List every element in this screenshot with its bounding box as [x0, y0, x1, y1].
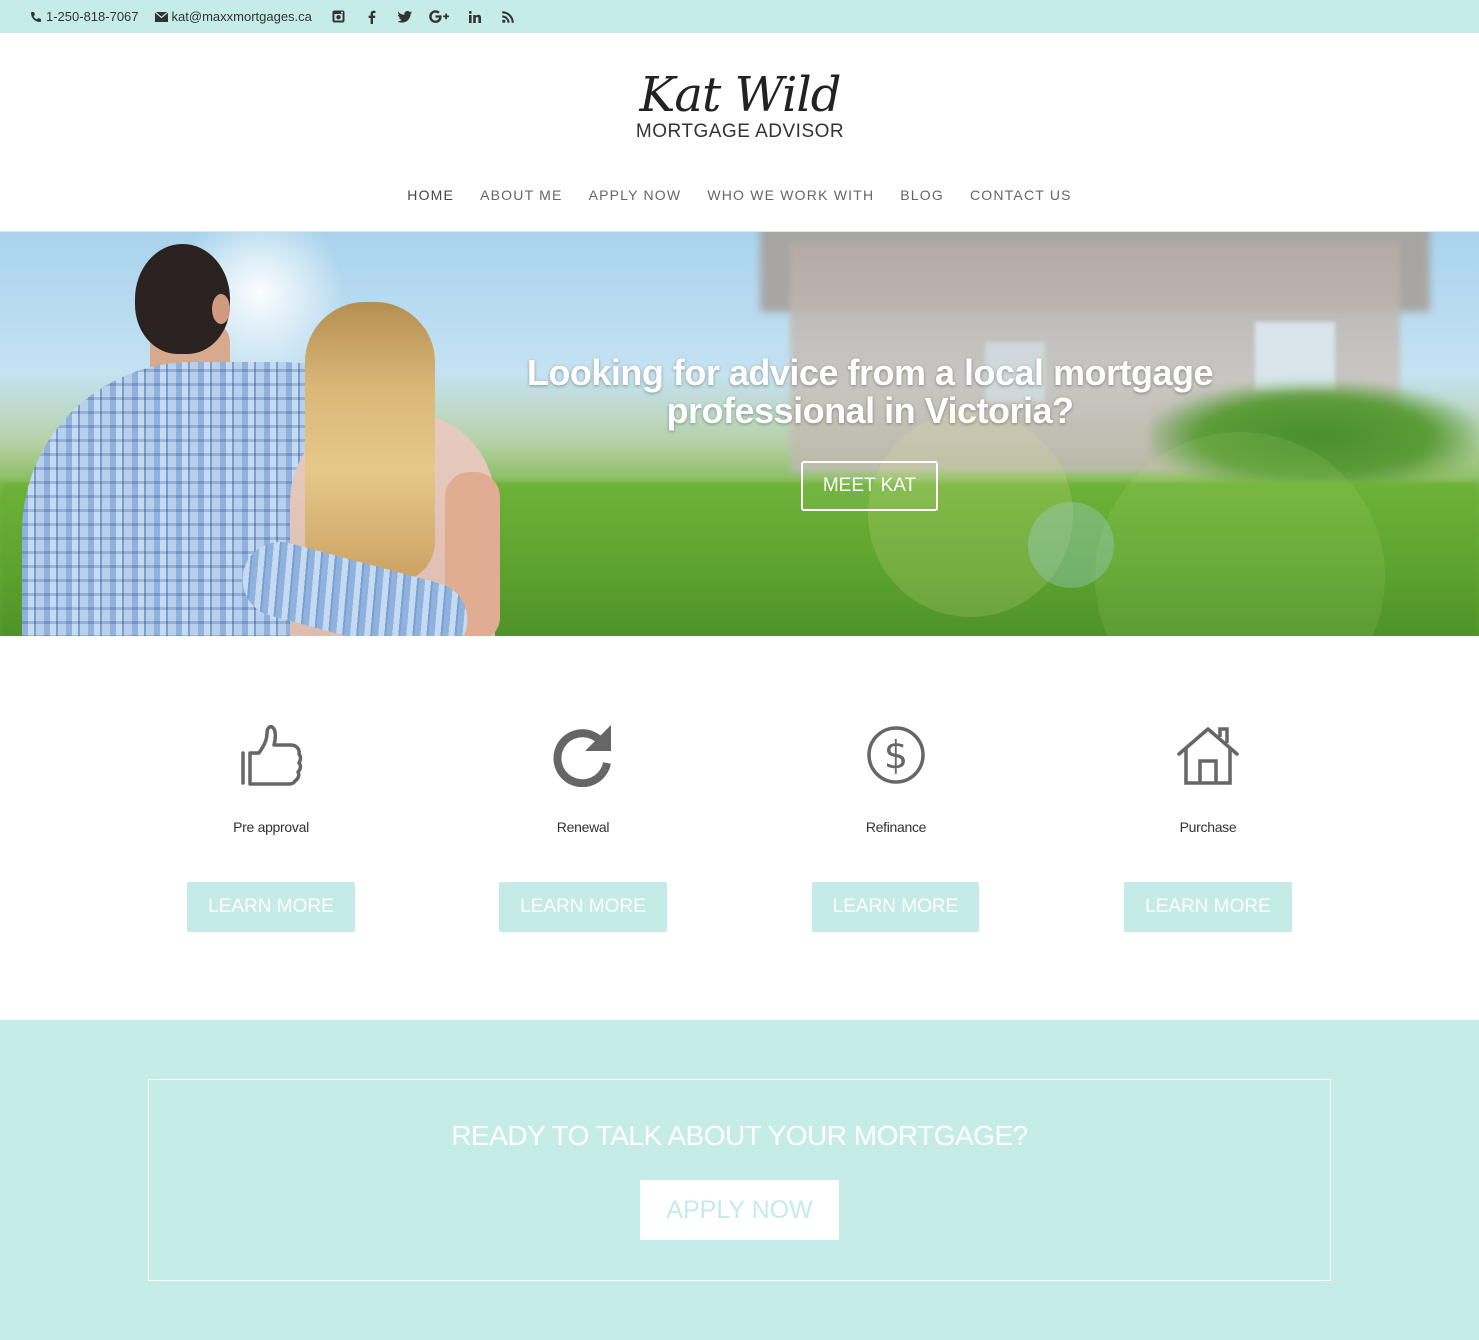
instagram-icon[interactable]: [328, 6, 350, 28]
nav-about-me[interactable]: ABOUT ME: [480, 187, 562, 203]
email-contact[interactable]: kat@maxxmortgages.ca: [154, 9, 312, 24]
nav-apply-now[interactable]: APPLY NOW: [589, 187, 682, 203]
hero-banner: Looking for advice from a local mortgage…: [0, 232, 1479, 636]
learn-more-renewal-button[interactable]: LEARN MORE: [499, 882, 667, 932]
service-label: Pre approval: [233, 819, 309, 835]
social-links: [328, 6, 530, 28]
learn-more-pre-approval-button[interactable]: LEARN MORE: [187, 882, 355, 932]
service-refinance: $ Refinance: [796, 720, 996, 835]
rss-icon[interactable]: [497, 6, 519, 28]
linkedin-icon[interactable]: [464, 6, 486, 28]
learn-more-purchase-button[interactable]: LEARN MORE: [1124, 882, 1292, 932]
google-plus-icon[interactable]: [427, 6, 453, 28]
cta-box: READY TO TALK ABOUT YOUR MORTGAGE? APPLY…: [148, 1079, 1331, 1281]
nav-contact-us[interactable]: CONTACT US: [970, 187, 1072, 203]
service-label: Purchase: [1179, 819, 1237, 835]
hero-title: Looking for advice from a local mortgage…: [526, 352, 1214, 431]
nav-who-we-work-with[interactable]: WHO WE WORK WITH: [707, 187, 874, 203]
twitter-icon[interactable]: [394, 6, 416, 28]
cta-section: READY TO TALK ABOUT YOUR MORTGAGE? APPLY…: [0, 1020, 1479, 1340]
logo-script-text: Kat Wild: [639, 67, 842, 123]
top-bar: 1-250-818-7067 kat@maxxmortgages.ca: [0, 0, 1479, 33]
dollar-icon: $: [861, 720, 931, 790]
service-pre-approval: Pre approval: [171, 720, 371, 835]
thumbs-up-icon: [236, 720, 306, 790]
svg-text:$: $: [884, 733, 908, 777]
phone-icon: [31, 11, 41, 22]
service-label: Renewal: [556, 819, 610, 835]
envelope-icon: [154, 11, 168, 22]
hero-man-ear: [212, 294, 230, 324]
apply-now-button[interactable]: APPLY NOW: [640, 1180, 839, 1240]
meet-kat-button[interactable]: MEET KAT: [801, 461, 938, 511]
learn-more-refinance-button[interactable]: LEARN MORE: [812, 882, 979, 932]
phone-contact[interactable]: 1-250-818-7067: [30, 9, 139, 24]
email-address: kat@maxxmortgages.ca: [171, 9, 312, 24]
site-header: Kat Wild MORTGAGE ADVISOR HOME ABOUT ME …: [0, 33, 1479, 232]
nav-blog[interactable]: BLOG: [900, 187, 944, 203]
service-label: Refinance: [865, 819, 927, 835]
hero-woman-hair: [305, 302, 435, 582]
nav-home[interactable]: HOME: [407, 187, 454, 203]
service-renewal: Renewal: [483, 720, 683, 835]
hero-lens-flare: [1028, 502, 1114, 588]
phone-number: 1-250-818-7067: [46, 9, 139, 24]
cta-title: READY TO TALK ABOUT YOUR MORTGAGE?: [451, 1120, 1028, 1151]
facebook-icon[interactable]: [361, 6, 383, 28]
service-purchase: Purchase: [1108, 720, 1308, 835]
house-icon: [1173, 720, 1243, 790]
logo-subtitle: MORTGAGE ADVISOR: [635, 121, 845, 142]
site-logo[interactable]: Kat Wild MORTGAGE ADVISOR: [620, 69, 860, 153]
main-nav: HOME ABOUT ME APPLY NOW WHO WE WORK WITH…: [0, 187, 1479, 203]
refresh-icon: [548, 720, 618, 790]
